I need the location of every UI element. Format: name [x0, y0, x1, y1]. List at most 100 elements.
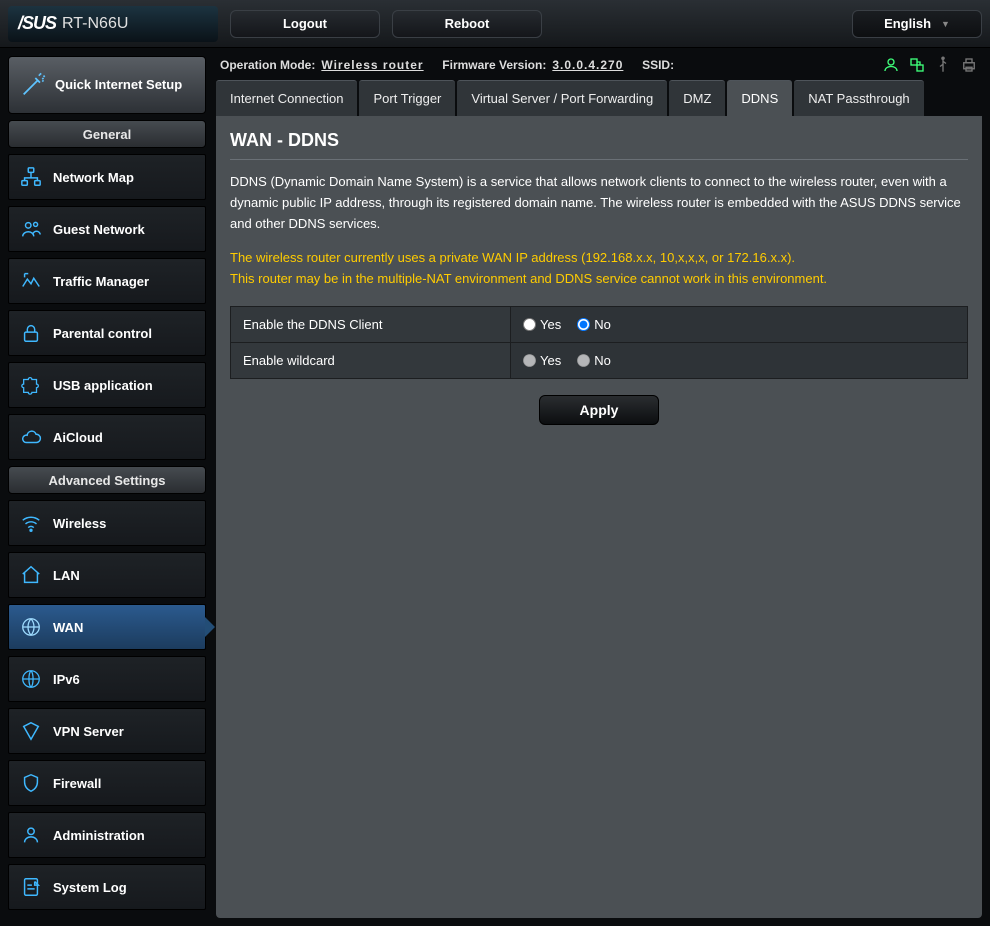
reboot-button[interactable]: Reboot [392, 10, 542, 38]
tab-dmz[interactable]: DMZ [669, 80, 725, 116]
apply-button[interactable]: Apply [539, 395, 659, 425]
warning-line2: This router may be in the multiple-NAT e… [230, 271, 827, 286]
cloud-icon [19, 425, 43, 449]
guest-icon [19, 217, 43, 241]
radio-input[interactable] [577, 318, 590, 331]
sidebar-item-label: Wireless [53, 516, 106, 531]
brand-text: /SUS [18, 13, 56, 34]
lock-icon [19, 321, 43, 345]
sidebar-item-label: Parental control [53, 326, 152, 341]
sidebar-item-system-log[interactable]: System Log [8, 864, 206, 910]
user-status-icon[interactable] [882, 56, 900, 74]
logo: /SUS RT-N66U [8, 6, 218, 42]
sidebar-item-parental-control[interactable]: Parental control [8, 310, 206, 356]
firmware-label: Firmware Version: [442, 58, 546, 72]
sidebar-item-ipv6[interactable]: IPv6 [8, 656, 206, 702]
enable-ddns-cell: Yes No [511, 306, 968, 342]
qis-label: Quick Internet Setup [55, 77, 182, 93]
warning-line1: The wireless router currently uses a pri… [230, 250, 795, 265]
sidebar-item-traffic-manager[interactable]: Traffic Manager [8, 258, 206, 304]
network-map-icon [19, 165, 43, 189]
printer-status-icon[interactable] [960, 56, 978, 74]
sidebar-item-label: USB application [53, 378, 153, 393]
sidebar: Quick Internet Setup General Network Map… [8, 56, 206, 918]
opmode-value[interactable]: Wireless router [321, 58, 423, 72]
sidebar-item-vpn-server[interactable]: VPN Server [8, 708, 206, 754]
divider [230, 159, 968, 160]
sidebar-item-label: LAN [53, 568, 80, 583]
top-bar: /SUS RT-N66U Logout Reboot English ▼ [0, 0, 990, 48]
tab-virtual-server[interactable]: Virtual Server / Port Forwarding [457, 80, 667, 116]
table-row: Enable wildcard Yes No [231, 342, 968, 378]
enable-wildcard-label: Enable wildcard [231, 342, 511, 378]
no-label: No [594, 353, 611, 368]
sidebar-item-label: VPN Server [53, 724, 124, 739]
sidebar-item-label: Traffic Manager [53, 274, 149, 289]
enable-ddns-yes[interactable]: Yes [523, 317, 561, 332]
sidebar-item-label: IPv6 [53, 672, 80, 687]
yes-label: Yes [540, 317, 561, 332]
tabs: Internet Connection Port Trigger Virtual… [216, 80, 982, 116]
tab-port-trigger[interactable]: Port Trigger [359, 80, 455, 116]
ipv6-icon [19, 667, 43, 691]
logout-button[interactable]: Logout [230, 10, 380, 38]
sidebar-item-lan[interactable]: LAN [8, 552, 206, 598]
sidebar-item-label: Administration [53, 828, 145, 843]
puzzle-icon [19, 373, 43, 397]
enable-wildcard-cell: Yes No [511, 342, 968, 378]
sidebar-item-administration[interactable]: Administration [8, 812, 206, 858]
enable-wildcard-no[interactable]: No [577, 353, 611, 368]
sidebar-item-wireless[interactable]: Wireless [8, 500, 206, 546]
sidebar-item-label: AiCloud [53, 430, 103, 445]
sidebar-item-wan[interactable]: WAN [8, 604, 206, 650]
shield-icon [19, 771, 43, 795]
admin-icon [19, 823, 43, 847]
traffic-icon [19, 269, 43, 293]
status-bar: Operation Mode: Wireless router Firmware… [216, 56, 982, 80]
panel-title: WAN - DDNS [230, 130, 968, 151]
panel-description: DDNS (Dynamic Domain Name System) is a s… [230, 172, 968, 234]
home-icon [19, 563, 43, 587]
tab-ddns[interactable]: DDNS [727, 80, 792, 116]
wifi-icon [19, 511, 43, 535]
radio-input[interactable] [523, 354, 536, 367]
globe-icon [19, 615, 43, 639]
table-row: Enable the DDNS Client Yes No [231, 306, 968, 342]
sidebar-item-label: Network Map [53, 170, 134, 185]
radio-input[interactable] [577, 354, 590, 367]
radio-input[interactable] [523, 318, 536, 331]
sidebar-item-guest-network[interactable]: Guest Network [8, 206, 206, 252]
enable-ddns-no[interactable]: No [577, 317, 611, 332]
ssid-label: SSID: [642, 58, 674, 72]
language-label: English [884, 16, 931, 31]
quick-internet-setup[interactable]: Quick Internet Setup [8, 56, 206, 114]
network-status-icon[interactable] [908, 56, 926, 74]
opmode-label: Operation Mode: [220, 58, 315, 72]
sidebar-item-label: WAN [53, 620, 83, 635]
sidebar-item-network-map[interactable]: Network Map [8, 154, 206, 200]
sidebar-item-label: System Log [53, 880, 127, 895]
firmware-value[interactable]: 3.0.0.4.270 [552, 58, 623, 72]
sidebar-item-label: Firewall [53, 776, 101, 791]
yes-label: Yes [540, 353, 561, 368]
sidebar-item-usb-application[interactable]: USB application [8, 362, 206, 408]
usb-status-icon[interactable] [934, 56, 952, 74]
tab-internet-connection[interactable]: Internet Connection [216, 80, 357, 116]
advanced-header: Advanced Settings [8, 466, 206, 494]
log-icon [19, 875, 43, 899]
sidebar-item-firewall[interactable]: Firewall [8, 760, 206, 806]
panel-warning: The wireless router currently uses a pri… [230, 248, 968, 290]
content-panel: WAN - DDNS DDNS (Dynamic Domain Name Sys… [216, 116, 982, 918]
sidebar-item-aicloud[interactable]: AiCloud [8, 414, 206, 460]
wand-icon [19, 71, 47, 99]
settings-table: Enable the DDNS Client Yes No [230, 306, 968, 379]
model-text: RT-N66U [62, 15, 128, 33]
tab-nat-passthrough[interactable]: NAT Passthrough [794, 80, 923, 116]
main-area: Operation Mode: Wireless router Firmware… [216, 56, 982, 918]
no-label: No [594, 317, 611, 332]
chevron-down-icon: ▼ [941, 19, 950, 29]
language-selector[interactable]: English ▼ [852, 10, 982, 38]
general-header: General [8, 120, 206, 148]
enable-wildcard-yes[interactable]: Yes [523, 353, 561, 368]
sidebar-item-label: Guest Network [53, 222, 145, 237]
